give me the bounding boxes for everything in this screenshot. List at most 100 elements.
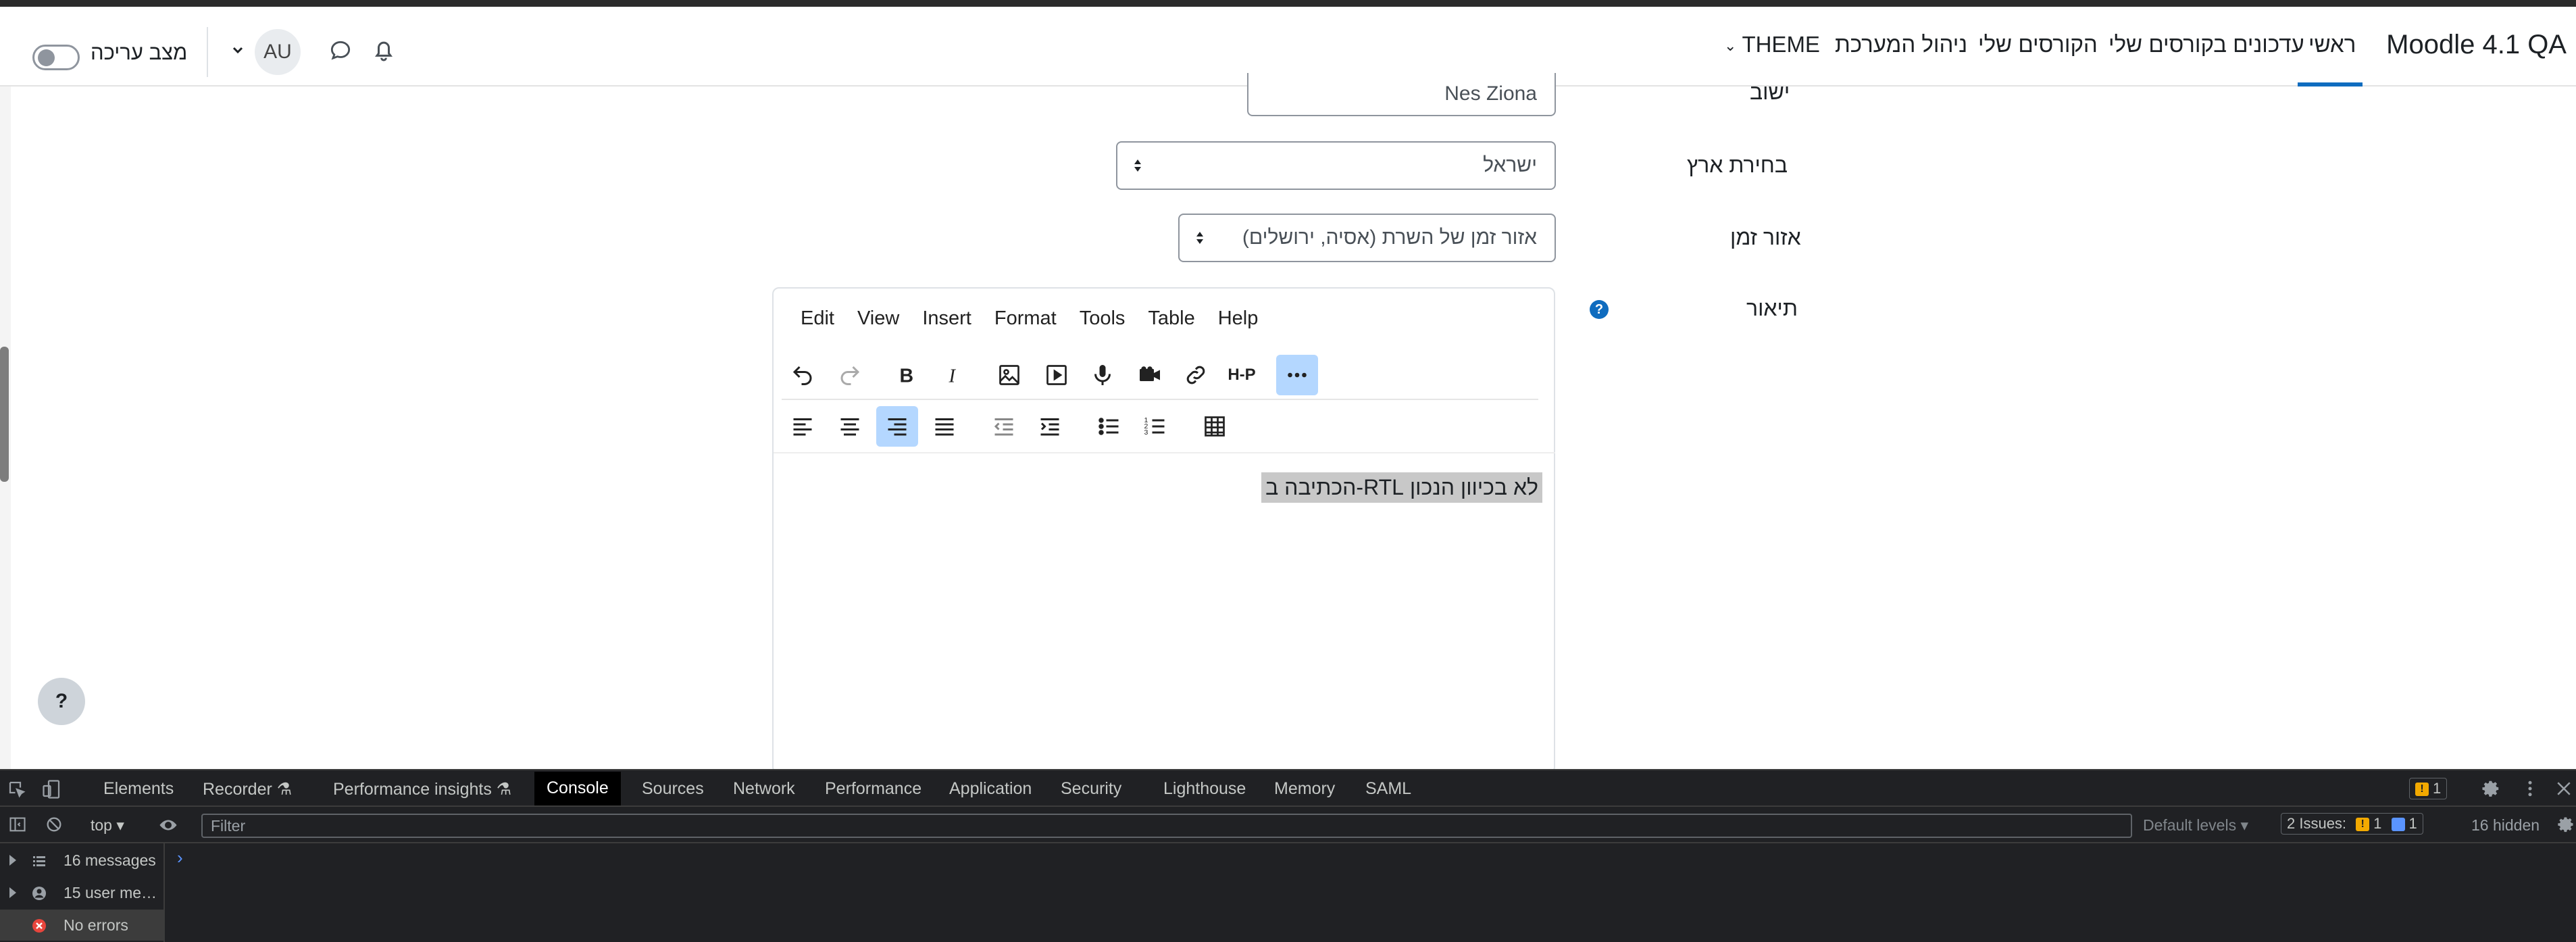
help-question-icon[interactable]: ? xyxy=(1590,300,1609,319)
menu-table[interactable]: Table xyxy=(1148,307,1194,330)
console-filterbar: top ▾ Filter Default levels ▾ 2 Issues: … xyxy=(0,807,2576,843)
log-levels-label: Default levels xyxy=(2143,816,2237,834)
select-updown-icon xyxy=(1134,159,1141,172)
nav-item-course-updates[interactable]: עדכונים בקורסים שלי xyxy=(2108,32,2304,57)
more-options-icon[interactable] xyxy=(1276,355,1318,395)
browser-top-strip xyxy=(0,0,2576,7)
issues-label: 2 Issues: xyxy=(2287,815,2347,832)
record-video-icon[interactable] xyxy=(1129,355,1171,395)
menu-edit[interactable]: Edit xyxy=(801,307,834,330)
menu-view[interactable]: View xyxy=(857,307,899,330)
indent-icon[interactable] xyxy=(1029,406,1071,447)
issues-info-count: 1 xyxy=(2408,815,2417,832)
country-select[interactable]: ישראל xyxy=(1116,141,1556,190)
description-label: תיאור xyxy=(1746,296,1798,320)
devtools-tab-network[interactable]: Network xyxy=(733,779,795,799)
devtools-tab-saml[interactable]: SAML xyxy=(1365,779,1411,799)
h5p-icon[interactable]: H-P xyxy=(1221,355,1263,395)
image-icon[interactable] xyxy=(988,355,1030,395)
undo-icon[interactable] xyxy=(782,355,824,395)
devtools-tab-performance-insights[interactable]: Performance insights ⚗ xyxy=(333,779,511,799)
toolbar-separator xyxy=(782,399,1538,400)
nav-item-theme[interactable]: ⌄ THEME xyxy=(1724,32,1820,57)
settings-gear-icon[interactable] xyxy=(2481,778,2501,799)
sidebar-user-messages[interactable]: 15 user me… xyxy=(0,877,165,908)
device-toolbar-icon[interactable] xyxy=(42,779,62,799)
devtools-tab-security[interactable]: Security xyxy=(1061,779,1121,799)
console-prompt-chevron-icon[interactable]: › xyxy=(177,847,183,868)
numbered-list-icon[interactable]: 123 xyxy=(1134,406,1176,447)
nav-item-my-courses[interactable]: הקורסים שלי xyxy=(1978,32,2098,57)
issue-info-icon xyxy=(2391,818,2405,832)
menu-help[interactable]: Help xyxy=(1218,307,1259,330)
align-center-icon[interactable] xyxy=(829,406,871,447)
inspect-element-icon[interactable] xyxy=(7,779,27,799)
warnings-count: 1 xyxy=(2433,780,2442,797)
devtools-tab-performance-insights-label: Performance insights xyxy=(333,780,492,799)
select-updown-icon xyxy=(1196,232,1203,244)
notifications-bell-icon[interactable] xyxy=(370,35,397,65)
issues-badge[interactable]: 2 Issues: ! 1 1 xyxy=(2281,813,2423,835)
page-scrollbar-thumb[interactable] xyxy=(0,347,9,482)
editor-content-text[interactable]: לא בכיוון הנכון RTL-הכתיבה ב xyxy=(1261,472,1542,503)
align-left-icon[interactable] xyxy=(782,406,824,447)
site-brand[interactable]: Moodle 4.1 QA xyxy=(2386,30,2567,60)
context-selector-label: top xyxy=(91,816,112,834)
flask-icon: ⚗ xyxy=(496,780,512,799)
devtools-tab-console[interactable]: Console xyxy=(534,772,621,805)
nav-item-theme-label: THEME xyxy=(1742,32,1820,57)
console-settings-gear-icon[interactable] xyxy=(2556,815,2576,835)
sidebar-toggle-icon[interactable] xyxy=(8,815,28,835)
warnings-badge[interactable]: ! 1 xyxy=(2409,778,2448,799)
devtools-tab-memory[interactable]: Memory xyxy=(1274,779,1335,799)
devtools-tab-elements[interactable]: Elements xyxy=(103,779,174,799)
log-levels-dropdown[interactable]: Default levels ▾ xyxy=(2143,816,2248,835)
user-avatar[interactable]: AU xyxy=(255,29,301,75)
timezone-value: אזור זמן של השרת (אסיה, ירושלים) xyxy=(1242,226,1537,249)
more-vertical-icon[interactable] xyxy=(2520,778,2540,799)
sidebar-errors[interactable]: No errors xyxy=(0,910,165,941)
devtools-tabbar: Elements Recorder ⚗ Performance insights… xyxy=(0,769,2576,807)
bold-icon[interactable]: B xyxy=(886,355,928,395)
nav-item-site-admin[interactable]: ניהול המערכת xyxy=(1835,32,1967,57)
devtools-tab-recorder[interactable]: Recorder ⚗ xyxy=(203,779,292,799)
link-icon[interactable] xyxy=(1175,355,1217,395)
menu-tools[interactable]: Tools xyxy=(1080,307,1126,330)
devtools-tab-lighthouse[interactable]: Lighthouse xyxy=(1163,779,1246,799)
country-value: ישראל xyxy=(1483,154,1537,176)
devtools-tab-performance[interactable]: Performance xyxy=(825,779,921,799)
devtools-tab-application[interactable]: Application xyxy=(949,779,1032,799)
justify-icon[interactable] xyxy=(924,406,965,447)
rich-text-editor[interactable]: Edit View Insert Format Tools Table Help… xyxy=(772,287,1555,774)
user-menu-chevron-icon[interactable] xyxy=(230,42,246,58)
nav-active-indicator xyxy=(2298,82,2363,86)
clear-console-icon[interactable] xyxy=(45,815,65,835)
nav-item-home[interactable]: ראשי xyxy=(2308,32,2356,57)
edit-mode-toggle[interactable] xyxy=(32,45,80,70)
italic-icon[interactable]: I xyxy=(933,355,975,395)
outdent-icon[interactable] xyxy=(983,406,1025,447)
console-filter-input[interactable]: Filter xyxy=(201,814,2132,838)
align-right-icon[interactable] xyxy=(876,406,918,447)
media-icon[interactable] xyxy=(1036,355,1078,395)
context-selector[interactable]: top ▾ xyxy=(91,816,124,835)
hidden-count: 16 hidden xyxy=(2471,816,2540,834)
close-devtools-icon[interactable] xyxy=(2554,778,2574,799)
table-icon[interactable] xyxy=(1194,406,1236,447)
live-expression-eye-icon[interactable] xyxy=(158,815,178,835)
messages-chat-icon[interactable] xyxy=(327,38,354,64)
timezone-select[interactable]: אזור זמן של השרת (אסיה, ירושלים) xyxy=(1178,214,1556,262)
menu-insert[interactable]: Insert xyxy=(922,307,971,330)
sidebar-messages[interactable]: 16 messages xyxy=(0,845,165,876)
city-input[interactable]: Nes Ziona xyxy=(1247,73,1556,116)
menu-format[interactable]: Format xyxy=(994,307,1057,330)
svg-text:B: B xyxy=(900,366,914,387)
record-audio-icon[interactable] xyxy=(1082,355,1123,395)
bullet-list-icon[interactable] xyxy=(1088,406,1130,447)
toggle-knob xyxy=(38,49,55,66)
redo-icon[interactable] xyxy=(829,355,871,395)
list-icon xyxy=(33,856,45,866)
devtools-tab-sources[interactable]: Sources xyxy=(642,779,704,799)
help-floating-button[interactable]: ? xyxy=(38,678,85,725)
editor-menubar: Edit View Insert Format Tools Table Help xyxy=(801,307,1281,330)
